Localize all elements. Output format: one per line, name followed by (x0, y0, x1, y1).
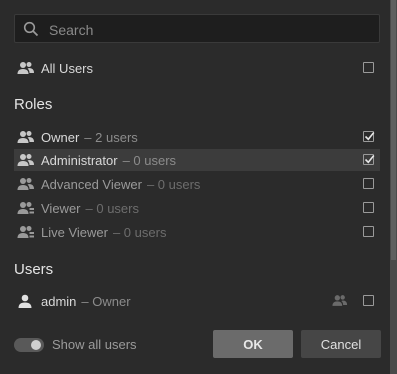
roles-heading: Roles (14, 96, 53, 113)
role-user-count: – 0 users (146, 176, 201, 192)
checkmark-icon (364, 131, 375, 141)
scrollbar-thumb[interactable] (391, 0, 396, 260)
user-role: – Owner (81, 293, 131, 309)
role-row-advanced-viewer[interactable]: Advanced Viewer – 0 users (14, 173, 380, 195)
role-row-administrator[interactable]: Administrator – 0 users (14, 149, 380, 171)
user-checkbox-admin[interactable] (363, 295, 374, 306)
search-icon (23, 21, 39, 37)
users-view-icon (17, 225, 35, 239)
role-user-count: – 0 users (112, 224, 167, 240)
all-users-checkbox[interactable] (363, 62, 374, 73)
role-row-live-viewer[interactable]: Live Viewer – 0 users (14, 221, 380, 243)
users-icon (17, 61, 35, 75)
role-name: Viewer (41, 200, 81, 216)
user-role-picker-panel: All Users Roles Owner – 2 users (0, 0, 390, 374)
role-checkbox-advanced-viewer[interactable] (363, 178, 374, 189)
toggle-knob (31, 340, 41, 350)
role-checkbox-administrator[interactable] (363, 154, 375, 165)
checkmark-icon (364, 154, 375, 164)
users-icon (17, 130, 35, 144)
show-all-users-toggle[interactable] (14, 338, 44, 352)
dialog-footer: Show all users OK Cancel (0, 318, 390, 374)
role-checkbox-live-viewer[interactable] (363, 226, 374, 237)
users-view-icon (17, 201, 35, 215)
role-name: Live Viewer (41, 224, 108, 240)
ok-button[interactable]: OK (213, 330, 293, 358)
users-icon (17, 177, 35, 191)
role-user-count: – 2 users (84, 129, 138, 145)
cancel-button[interactable]: Cancel (301, 330, 381, 358)
role-name: Administrator (41, 152, 118, 168)
show-all-users-label: Show all users (52, 337, 137, 352)
users-heading: Users (14, 261, 54, 278)
search-box[interactable] (14, 14, 380, 44)
user-row-admin[interactable]: admin – Owner (14, 290, 380, 312)
users-icon (17, 153, 35, 167)
role-row-owner[interactable]: Owner – 2 users (14, 126, 380, 148)
user-name: admin (41, 293, 77, 309)
role-user-count: – 0 users (85, 200, 139, 216)
all-users-row[interactable]: All Users (14, 57, 380, 79)
all-users-label: All Users (41, 60, 94, 76)
role-name: Owner (41, 129, 80, 145)
role-checkbox-owner[interactable] (363, 131, 375, 142)
search-input[interactable] (47, 15, 371, 44)
scrollbar[interactable] (390, 0, 397, 374)
role-row-viewer[interactable]: Viewer – 0 users (14, 197, 380, 219)
users-icon (332, 294, 348, 312)
role-name: Advanced Viewer (41, 176, 142, 192)
user-icon (17, 294, 35, 308)
role-user-count: – 0 users (122, 152, 177, 168)
role-checkbox-viewer[interactable] (363, 202, 374, 213)
